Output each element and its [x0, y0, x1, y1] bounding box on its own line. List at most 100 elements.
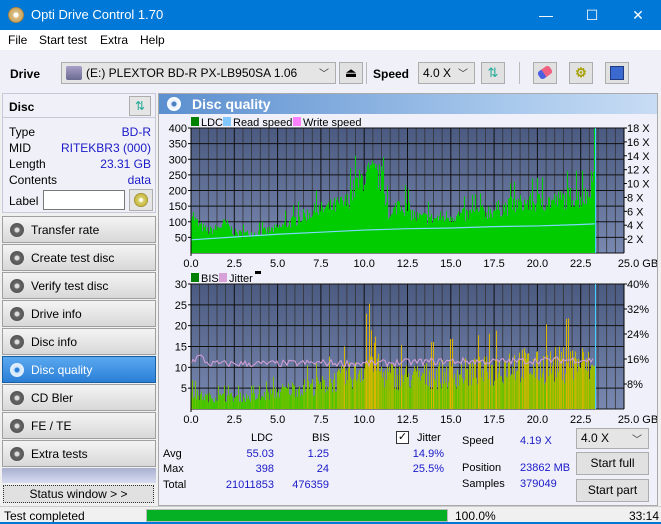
ldc-bar [375, 168, 376, 253]
eject-button[interactable]: ⏏ [339, 62, 363, 84]
ldc-bar [313, 210, 314, 253]
ldc-bar [280, 227, 281, 253]
ldc-bar [558, 191, 559, 253]
ldc-bar [374, 163, 375, 253]
ldc-bar [452, 217, 453, 253]
ldc-bar [301, 221, 302, 253]
nav-cd-bler[interactable]: CD Bler [2, 384, 156, 411]
nav-disc-info[interactable]: Disc info [2, 328, 156, 355]
menu-file[interactable]: File [8, 33, 27, 47]
menu-help[interactable]: Help [140, 33, 165, 47]
ldc-bar [450, 216, 451, 253]
ldc-bar [399, 201, 400, 253]
bis-bar [555, 347, 556, 409]
ldc-bar [343, 205, 344, 253]
nav-disc-quality[interactable]: Disc quality [2, 356, 156, 383]
menu-start-test[interactable]: Start test [39, 33, 87, 47]
ldc-bar [455, 221, 456, 253]
nav-extra-tests[interactable]: Extra tests [2, 440, 156, 467]
jitter-checkbox[interactable]: ✓ [396, 431, 409, 444]
bis-bar [475, 360, 476, 409]
disc-field-contents: Contents data [9, 173, 151, 189]
refresh-button[interactable]: ⇅ [481, 62, 505, 84]
ldc-bar [233, 235, 234, 253]
maximize-button[interactable]: ☐ [569, 0, 615, 30]
ldc-bar [335, 211, 336, 253]
bis-bar [292, 382, 293, 409]
label-disc-button[interactable] [129, 189, 153, 211]
ldc-bar [586, 204, 587, 253]
bis-bar [207, 393, 208, 409]
ldc-bar [363, 191, 364, 253]
ldc-bar [217, 226, 218, 253]
bis-bar [429, 370, 430, 409]
bis-bar [459, 374, 460, 409]
bis-bar [315, 389, 316, 409]
nav-drive-info[interactable]: Drive info [2, 300, 156, 327]
bis-bar [235, 397, 236, 409]
ldc-bar [504, 211, 505, 253]
erase-button[interactable] [533, 62, 557, 84]
ldc-bar [328, 201, 329, 253]
ldc-bar [238, 236, 239, 253]
x-tick-label: 5.0 [270, 414, 285, 426]
ldc-bar [346, 205, 347, 253]
bis-bar [322, 376, 323, 409]
start-part-button[interactable]: Start part [576, 479, 649, 502]
nav-fe-te[interactable]: FE / TE [2, 412, 156, 439]
bis-bar [424, 364, 425, 409]
bis-bar [342, 369, 343, 409]
ldc-bar [553, 200, 554, 253]
ldc-bar [261, 235, 262, 253]
row-label-total: Total [163, 479, 187, 491]
bis-bar [200, 394, 201, 409]
ldc-bar [227, 220, 228, 253]
bis-bar [377, 358, 378, 409]
y-tick-label: 100 [169, 217, 187, 229]
save-button[interactable] [605, 62, 629, 84]
bis-bar [580, 367, 581, 409]
bis-bar [516, 371, 517, 409]
bis-bar [317, 377, 318, 409]
bis-bar [525, 352, 526, 409]
bis-bar [203, 397, 204, 409]
bis-bar [321, 389, 322, 409]
menu-extra[interactable]: Extra [100, 33, 128, 47]
nav-verify-test-disc[interactable]: Verify test disc [2, 272, 156, 299]
status-window-button[interactable]: Status window > > [3, 485, 154, 503]
bis-bar [487, 372, 488, 409]
bis-bar [490, 385, 491, 409]
nav-create-test-disc[interactable]: Create test disc [2, 244, 156, 271]
close-button[interactable]: ✕ [615, 0, 661, 30]
ldc-bar [526, 204, 527, 253]
bis-bar [361, 368, 362, 409]
speed-select[interactable]: 4.0 X ﹀ [418, 62, 475, 84]
test-speed-select[interactable]: 4.0 X ﹀ [576, 428, 649, 449]
settings-button[interactable]: ⚙ [569, 62, 593, 84]
bis-bar [541, 377, 542, 409]
drive-select[interactable]: (E:) PLEXTOR BD-R PX-LB950SA 1.06 ﹀ [61, 62, 336, 84]
bis-bar [396, 389, 397, 409]
bis-bar [358, 373, 359, 409]
ldc-bar [592, 181, 593, 253]
nav-transfer-rate[interactable]: Transfer rate [2, 216, 156, 243]
disc-refresh-button[interactable]: ⇅ [129, 96, 151, 116]
sidebar: Disc ⇅ Type BD-R MID RITEKBR3 (000) Leng… [0, 93, 157, 506]
nav-label: Verify test disc [31, 279, 109, 293]
bis-bar [217, 400, 218, 409]
start-full-button[interactable]: Start full [576, 452, 649, 475]
ldc-bar [285, 210, 286, 253]
ldc-bar [523, 210, 524, 253]
bis-bar [194, 396, 195, 409]
disc-quality-icon [167, 97, 181, 111]
bis-bar [383, 372, 384, 409]
label-input[interactable] [43, 190, 125, 210]
disc-panel-header: Disc ⇅ [3, 94, 155, 118]
bis-bar [259, 385, 260, 409]
bis-bar [428, 386, 429, 409]
ldc-bar [485, 216, 486, 253]
minimize-button[interactable]: — [523, 0, 569, 30]
y2-tick-label: 16 X [627, 137, 650, 149]
bis-bar [381, 366, 382, 409]
ldc-bar [473, 210, 474, 253]
